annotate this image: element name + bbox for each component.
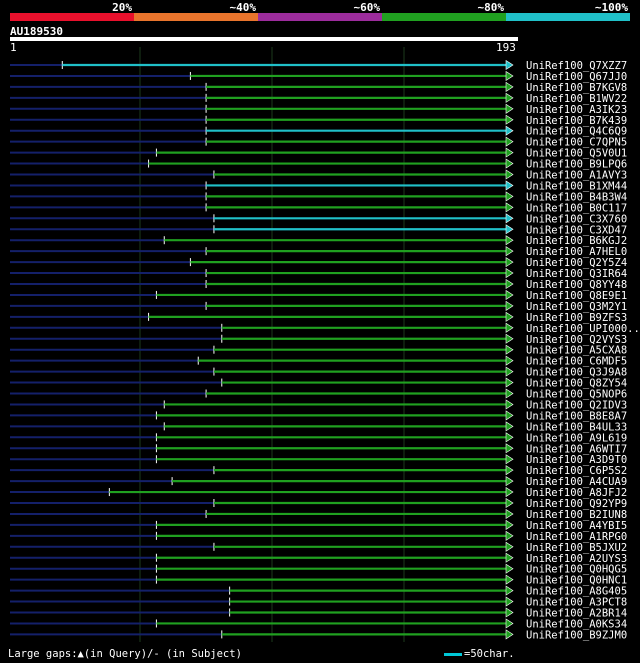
hit-arrowhead bbox=[505, 519, 514, 530]
hit-arrowhead bbox=[505, 541, 514, 552]
hit-arrowhead bbox=[505, 465, 514, 476]
hit-arrowhead bbox=[505, 487, 514, 498]
hit-arrowhead bbox=[505, 114, 514, 125]
hit-arrowhead bbox=[505, 213, 514, 224]
hit-arrowhead bbox=[505, 333, 514, 344]
hit-arrowhead bbox=[505, 454, 514, 465]
hit-arrowhead bbox=[505, 476, 514, 487]
hit-arrowhead bbox=[505, 366, 514, 377]
hit-arrowhead bbox=[505, 180, 514, 191]
hit-arrowhead bbox=[505, 574, 514, 585]
hit-arrowhead bbox=[505, 103, 514, 114]
hit-arrowhead bbox=[505, 596, 514, 607]
hit-arrowhead bbox=[505, 224, 514, 235]
hit-arrowhead bbox=[505, 59, 514, 71]
hit-arrowhead bbox=[505, 388, 514, 399]
scale-label: =50char. bbox=[464, 648, 515, 660]
hit-arrowhead bbox=[505, 268, 514, 279]
hit-arrowhead bbox=[505, 70, 514, 81]
hit-arrowhead bbox=[505, 235, 514, 246]
hit-arrowhead bbox=[505, 552, 514, 563]
hit-arrowhead bbox=[505, 607, 514, 618]
hit-label: UniRef100_B9ZJM0 bbox=[526, 629, 627, 641]
hit-arrowhead bbox=[505, 410, 514, 421]
hit-arrowhead bbox=[505, 344, 514, 355]
hit-arrowhead bbox=[505, 311, 514, 322]
hit-arrowhead bbox=[505, 355, 514, 366]
hit-arrowhead bbox=[505, 202, 514, 213]
hit-arrowhead bbox=[505, 618, 514, 629]
alignment-plot: UniRef100_Q7XZZ7UniRef100_Q67JJ0UniRef10… bbox=[10, 47, 640, 642]
gaps-legend: Large gaps:▲(in Query)/- (in Subject) bbox=[8, 648, 242, 660]
hit-arrowhead bbox=[505, 399, 514, 410]
hit-arrowhead bbox=[505, 322, 514, 333]
hit-arrowhead bbox=[505, 169, 514, 180]
hit-arrowhead bbox=[505, 257, 514, 268]
scale-swatch bbox=[444, 652, 462, 656]
hit-arrowhead bbox=[505, 443, 514, 454]
hit-arrowhead bbox=[505, 191, 514, 202]
hit-arrowhead bbox=[505, 377, 514, 388]
hit-arrowhead bbox=[505, 629, 514, 640]
hit-arrowhead bbox=[505, 125, 514, 136]
hit-arrowhead bbox=[505, 300, 514, 311]
scale-key: =50char. bbox=[444, 648, 515, 660]
hit-arrowhead bbox=[505, 563, 514, 574]
hit-arrowhead bbox=[505, 278, 514, 290]
hit-arrowhead bbox=[505, 158, 514, 169]
hit-arrowhead bbox=[505, 81, 514, 92]
hit-arrowhead bbox=[505, 508, 514, 519]
hit-arrowhead bbox=[505, 421, 514, 432]
hit-arrowhead bbox=[505, 585, 514, 596]
hit-arrowhead bbox=[505, 136, 514, 147]
hit-arrowhead bbox=[505, 530, 514, 541]
hit-arrowhead bbox=[505, 289, 514, 300]
hit-arrowhead bbox=[505, 147, 514, 158]
hit-arrowhead bbox=[505, 432, 514, 443]
hit-arrowhead bbox=[505, 497, 514, 509]
hit-arrowhead bbox=[505, 92, 514, 103]
hit-arrowhead bbox=[505, 246, 514, 257]
